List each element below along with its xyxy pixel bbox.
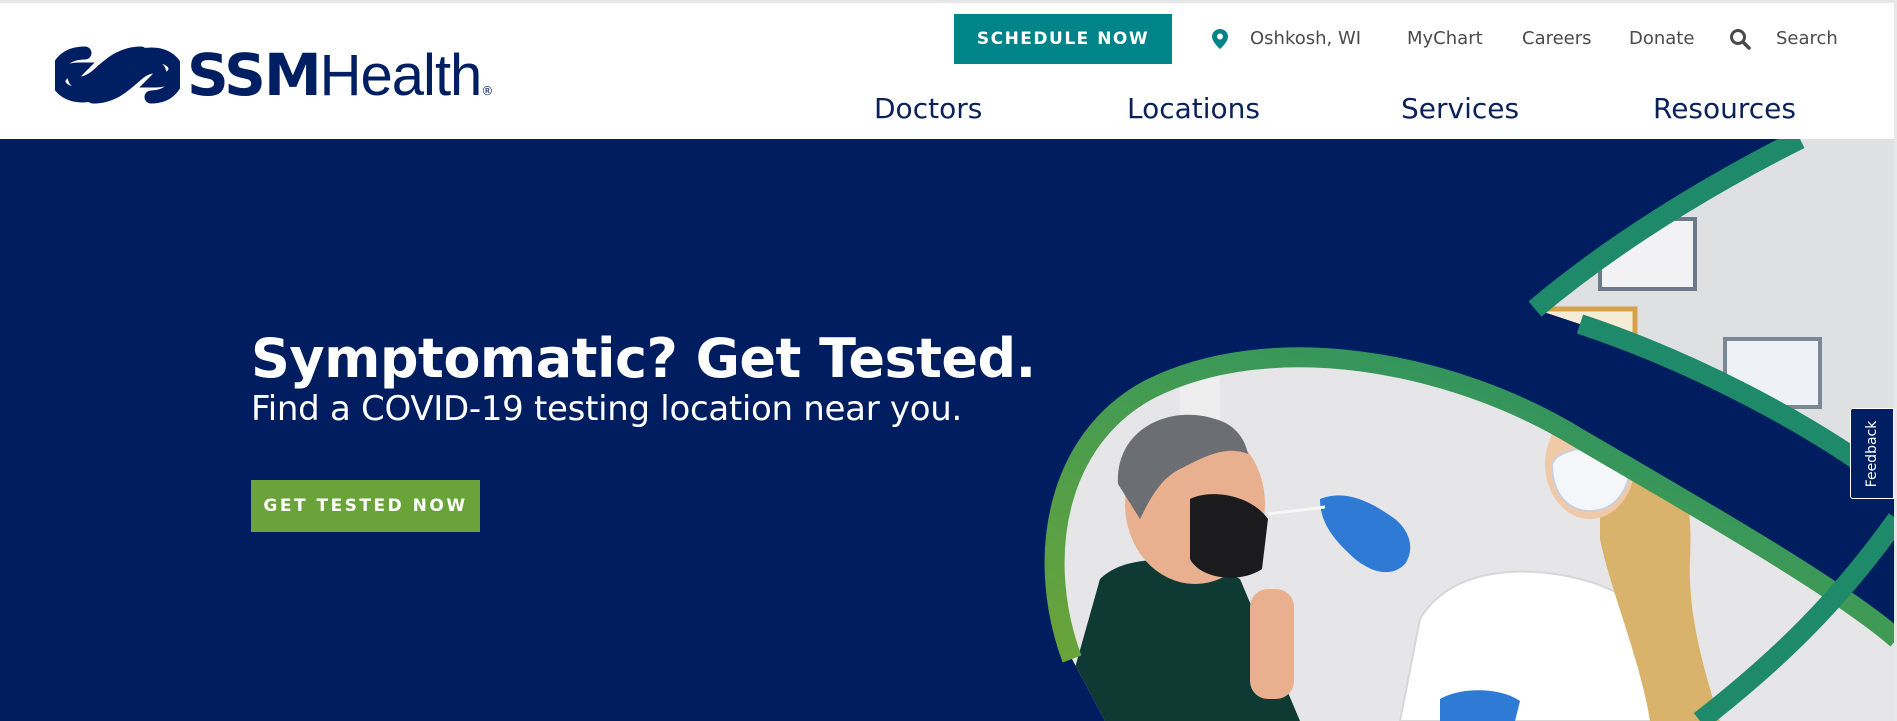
hero-subtitle: Find a COVID-19 testing location near yo… xyxy=(251,389,962,429)
logo-wordmark: SSMHealth® xyxy=(187,41,494,109)
site-header: SSMHealth® SCHEDULE NOW Oshkosh, WI MyCh… xyxy=(0,3,1897,139)
hero-title: Symptomatic? Get Tested. xyxy=(251,327,1036,390)
donate-link[interactable]: Donate xyxy=(1629,14,1694,64)
nav-resources[interactable]: Resources xyxy=(1653,87,1796,131)
map-pin-icon[interactable] xyxy=(1212,29,1228,49)
schedule-now-button[interactable]: SCHEDULE NOW xyxy=(954,14,1172,64)
feedback-tab[interactable]: Feedback xyxy=(1850,408,1894,499)
get-tested-now-button[interactable]: GET TESTED NOW xyxy=(251,480,480,532)
careers-link[interactable]: Careers xyxy=(1522,14,1592,64)
nav-locations[interactable]: Locations xyxy=(1127,87,1260,131)
ssm-health-logo[interactable]: SSMHealth® xyxy=(55,41,535,109)
mychart-link[interactable]: MyChart xyxy=(1407,14,1483,64)
logo-mark-icon xyxy=(55,46,180,104)
location-link[interactable]: Oshkosh, WI xyxy=(1250,14,1361,64)
nav-doctors[interactable]: Doctors xyxy=(874,87,982,131)
search-icon[interactable] xyxy=(1729,28,1751,50)
search-link[interactable]: Search xyxy=(1776,14,1838,64)
hero-banner: Symptomatic? Get Tested. Find a COVID-19… xyxy=(0,139,1897,721)
nav-services[interactable]: Services xyxy=(1401,87,1519,131)
feedback-label: Feedback xyxy=(1864,420,1880,487)
